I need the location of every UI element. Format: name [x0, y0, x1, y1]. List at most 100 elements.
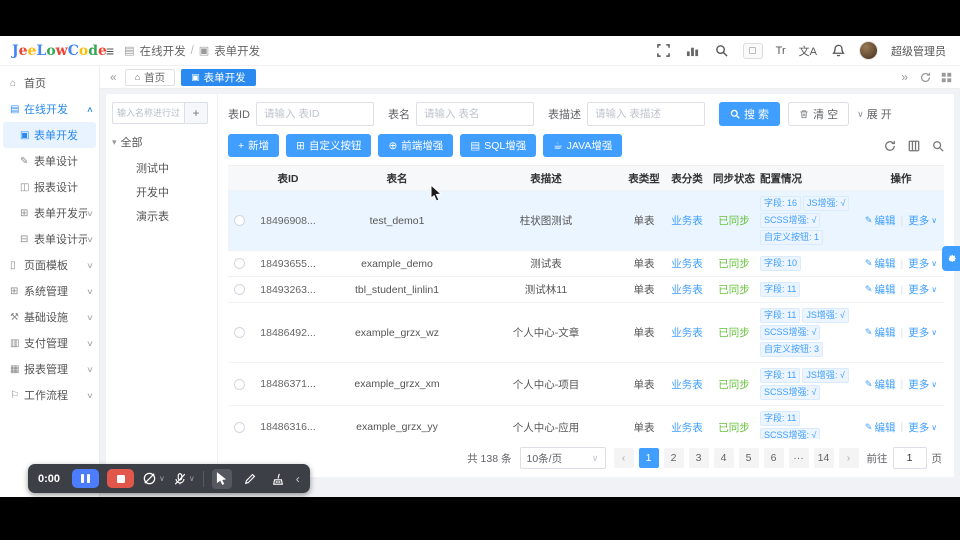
sidebar-collapse-icon[interactable]: ≡ — [100, 43, 124, 59]
edit-button[interactable]: ✎编辑 — [865, 256, 896, 271]
breadcrumb-item[interactable]: 在线开发 — [140, 43, 186, 59]
collapse-toolbar-icon[interactable]: ‹ — [296, 472, 300, 486]
前端增强-button[interactable]: ⊕前端增强 — [378, 134, 453, 157]
chevron-down-icon[interactable]: ∨ — [159, 474, 165, 483]
sidebar-item-表单设计示例[interactable]: ⊟表单设计示例∨ — [0, 226, 99, 252]
search-button[interactable]: 搜 索 — [719, 102, 780, 126]
edit-button[interactable]: ✎编辑 — [865, 282, 896, 297]
pen-tool-button[interactable] — [240, 469, 260, 489]
tree-add-button[interactable]: + — [184, 102, 208, 124]
sidebar-item-工作流程[interactable]: ⚐工作流程∨ — [0, 382, 99, 408]
tree-filter-input[interactable] — [112, 102, 184, 124]
sidebar-item-页面模板[interactable]: ▯页面模板∨ — [0, 252, 99, 278]
layout-grid-icon[interactable] — [941, 72, 952, 83]
sidebar-item-表单设计[interactable]: ✎表单设计 — [0, 148, 99, 174]
chart-icon[interactable] — [685, 43, 701, 59]
sidebar-item-首页[interactable]: ⌂首页 — [0, 70, 99, 96]
page-size-select[interactable]: 10条/页 ∨ — [520, 447, 606, 469]
next-page-button[interactable]: › — [839, 448, 859, 468]
widget-icon[interactable] — [743, 43, 763, 59]
column-settings-icon[interactable] — [908, 140, 920, 152]
category-link[interactable]: 业务表 — [671, 256, 703, 271]
prev-page-button[interactable]: ‹ — [614, 448, 634, 468]
notification-bell-icon[interactable] — [830, 43, 846, 59]
自定义按钮-button[interactable]: ⊞自定义按钮 — [286, 134, 371, 157]
search-icon[interactable] — [714, 43, 730, 59]
row-radio[interactable] — [234, 258, 245, 269]
SQL增强-button[interactable]: ▤SQL增强 — [460, 134, 536, 157]
category-link[interactable]: 业务表 — [671, 325, 703, 340]
page-ellipsis[interactable]: ··· — [789, 448, 809, 468]
filter-input-表名[interactable] — [416, 102, 534, 126]
page-button-6[interactable]: 6 — [764, 448, 784, 468]
edit-button[interactable]: ✎编辑 — [865, 377, 896, 392]
JAVA增强-button[interactable]: ☕JAVA增强 — [543, 134, 622, 157]
expand-filters-link[interactable]: ∨ 展 开 — [857, 106, 892, 122]
sidebar-item-表单开发[interactable]: ▣表单开发 — [3, 122, 96, 148]
category-link[interactable]: 业务表 — [671, 420, 703, 435]
more-button[interactable]: 更多∨ — [908, 325, 937, 340]
camera-toggle[interactable]: ∨ — [142, 471, 165, 486]
page-button-14[interactable]: 14 — [814, 448, 834, 468]
sidebar-item-表单开发示例[interactable]: ⊞表单开发示例∨ — [0, 200, 99, 226]
sidebar-item-报表管理[interactable]: ▦报表管理∨ — [0, 356, 99, 382]
translate-icon[interactable]: 文A — [799, 43, 817, 59]
stop-recording-button[interactable] — [107, 469, 134, 488]
more-button[interactable]: 更多∨ — [908, 282, 937, 297]
refresh-tab-icon[interactable] — [920, 72, 931, 83]
chevron-down-icon[interactable]: ∨ — [189, 474, 195, 483]
sidebar-item-支付管理[interactable]: ▥支付管理∨ — [0, 330, 99, 356]
clear-button[interactable]: 清 空 — [788, 102, 849, 126]
tree-node-测试中[interactable]: 测试中 — [112, 156, 211, 180]
page-button-4[interactable]: 4 — [714, 448, 734, 468]
edit-button[interactable]: ✎编辑 — [865, 420, 896, 435]
edit-button[interactable]: ✎编辑 — [865, 325, 896, 340]
row-radio[interactable] — [234, 422, 245, 433]
table-refresh-icon[interactable] — [884, 140, 896, 152]
page-button-1[interactable]: 1 — [639, 448, 659, 468]
theme-settings-button[interactable] — [942, 246, 960, 271]
sidebar-item-在线开发[interactable]: ▤在线开发∧ — [0, 96, 99, 122]
tree-node-开发中[interactable]: 开发中 — [112, 180, 211, 204]
filter-input-表ID[interactable] — [256, 102, 374, 126]
sidebar-item-基础设施[interactable]: ⚒基础设施∨ — [0, 304, 99, 330]
row-radio[interactable] — [234, 284, 245, 295]
chevron-down-icon: ∨ — [931, 259, 937, 268]
cursor-tool-button[interactable] — [212, 469, 232, 489]
user-avatar[interactable] — [859, 41, 878, 60]
tabs-scroll-right-icon[interactable]: » — [899, 70, 910, 84]
tabs-scroll-left-icon[interactable]: « — [108, 70, 119, 84]
category-link[interactable]: 业务表 — [671, 213, 703, 228]
pause-recording-button[interactable] — [72, 469, 99, 488]
eraser-tool-button[interactable] — [268, 469, 288, 489]
mic-toggle[interactable]: ∨ — [173, 472, 195, 486]
more-button[interactable]: 更多∨ — [908, 213, 937, 228]
sidebar-item-系统管理[interactable]: ⊞系统管理∨ — [0, 278, 99, 304]
row-radio[interactable] — [234, 327, 245, 338]
breadcrumb-item[interactable]: 表单开发 — [214, 43, 260, 59]
more-button[interactable]: 更多∨ — [908, 256, 937, 271]
sidebar-item-报表设计[interactable]: ◫报表设计 — [0, 174, 99, 200]
toolbar-divider — [203, 471, 204, 487]
more-button[interactable]: 更多∨ — [908, 420, 937, 435]
page-button-3[interactable]: 3 — [689, 448, 709, 468]
filter-input-表描述[interactable] — [587, 102, 705, 126]
新增-button[interactable]: +新增 — [228, 134, 279, 157]
category-link[interactable]: 业务表 — [671, 377, 703, 392]
table-search-icon[interactable] — [932, 140, 944, 152]
goto-page-input[interactable] — [893, 447, 927, 469]
row-radio[interactable] — [234, 215, 245, 226]
category-link[interactable]: 业务表 — [671, 282, 703, 297]
fullscreen-icon[interactable] — [656, 43, 672, 59]
more-button[interactable]: 更多∨ — [908, 377, 937, 392]
table-header: 表ID表名表描述表类型表分类同步状态配置情况操作 — [228, 166, 944, 191]
edit-button[interactable]: ✎编辑 — [865, 213, 896, 228]
tree-node-演示表[interactable]: 演示表 — [112, 204, 211, 228]
page-button-2[interactable]: 2 — [664, 448, 684, 468]
tree-node-all[interactable]: ▾ 全部 — [112, 134, 211, 150]
row-radio[interactable] — [234, 379, 245, 390]
tab-表单开发[interactable]: ▣表单开发 — [181, 69, 256, 86]
tab-首页[interactable]: ⌂首页 — [125, 69, 175, 86]
font-size-icon[interactable]: Tr — [776, 45, 786, 57]
page-button-5[interactable]: 5 — [739, 448, 759, 468]
